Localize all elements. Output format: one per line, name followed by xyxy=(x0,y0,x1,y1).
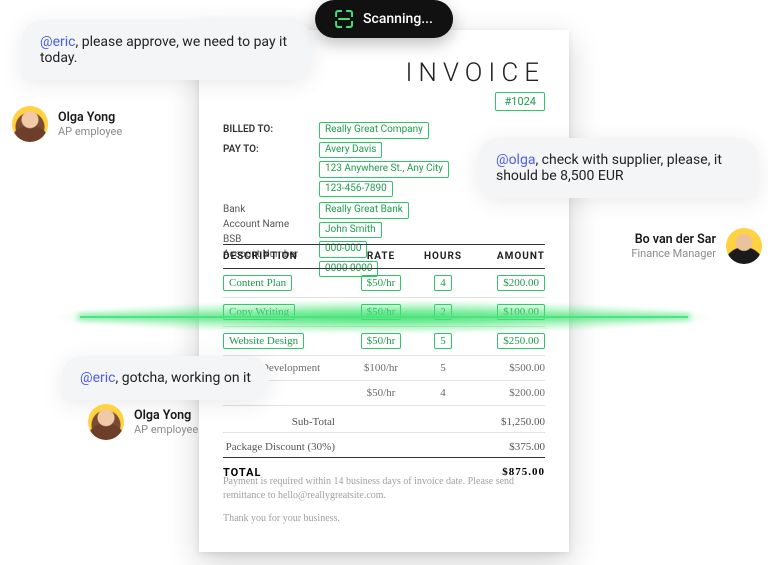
subtotal-label: Sub-Total xyxy=(223,416,345,428)
cell-rate: $50/hr xyxy=(361,333,402,349)
pay-to-phone: 123-456-7890 xyxy=(319,181,393,198)
comment-bubble[interactable]: @eric, gotcha, working on it xyxy=(62,356,269,400)
col-description: DESCRIPTION xyxy=(223,251,345,262)
comment-bubble[interactable]: @olga, check with supplier, please, it s… xyxy=(478,138,758,198)
cell-hours: 5 xyxy=(434,333,452,349)
cell-hours: 4 xyxy=(434,275,452,291)
pay-to-name: Avery Davis xyxy=(319,142,382,159)
scan-icon xyxy=(335,10,353,28)
scanning-pill: Scanning... xyxy=(315,0,453,38)
cell-amount: $200.00 xyxy=(509,387,545,399)
comment-text: , please approve, we need to pay it toda… xyxy=(40,34,287,66)
comment-mention: @olga xyxy=(496,152,535,168)
cell-desc: Copy Writing xyxy=(223,304,295,320)
pay-to-label: PAY TO: xyxy=(223,142,319,201)
billed-to-value: Really Great Company xyxy=(319,122,429,139)
subtotal-amount: $1,250.00 xyxy=(469,416,545,428)
cell-hours: 5 xyxy=(440,362,446,374)
author-name: Bo van der Sar xyxy=(631,232,716,247)
billed-to-label: BILLED TO: xyxy=(223,122,319,142)
comment-author: Bo van der Sar Finance Manager xyxy=(631,228,762,264)
table-row: Website Development $100/hr 5 $500.00 xyxy=(223,356,545,381)
discount-row: Package Discount (30%) $375.00 xyxy=(223,437,545,457)
line-items-table: DESCRIPTION RATE HOURS AMOUNT Content Pl… xyxy=(223,244,545,483)
cell-rate: $100/hr xyxy=(364,362,398,374)
invoice-footnote: Payment is required within 14 business d… xyxy=(223,475,545,527)
invoice-number: #1024 xyxy=(495,92,545,111)
cell-desc: Content Plan xyxy=(223,275,292,291)
cell-rate: $50/hr xyxy=(361,304,402,320)
author-role: AP employee xyxy=(134,423,198,436)
comment-mention: @eric xyxy=(80,370,115,386)
footnote-line-2: Thank you for your business. xyxy=(223,512,545,527)
cell-amount: $500.00 xyxy=(509,362,545,374)
author-role: Finance Manager xyxy=(631,247,716,260)
avatar xyxy=(726,228,762,264)
comment-author: Olga Yong AP employee xyxy=(12,106,122,142)
scanning-label: Scanning... xyxy=(363,11,433,27)
cell-hours: 4 xyxy=(440,387,446,399)
avatar xyxy=(12,106,48,142)
table-row: Content Plan $50/hr 4 $200.00 xyxy=(223,269,545,298)
cell-hours: 2 xyxy=(434,304,452,320)
account-name-value: John Smith xyxy=(319,222,382,239)
invoice-sheet: INVOICE #1024 BILLED TO: Really Great Co… xyxy=(199,30,569,552)
comment-author: Olga Yong AP employee xyxy=(88,404,198,440)
col-amount: AMOUNT xyxy=(469,251,545,262)
table-row: SEO $50/hr 4 $200.00 xyxy=(223,381,545,406)
invoice-title: INVOICE xyxy=(406,58,546,88)
table-row: Copy Writing $50/hr 2 $100.00 xyxy=(223,298,545,327)
comment-bubble[interactable]: @eric, please approve, we need to pay it… xyxy=(22,20,312,80)
cell-desc: Website Design xyxy=(223,333,304,349)
col-hours: HOURS xyxy=(417,251,469,262)
subtotal-row: Sub-Total $1,250.00 xyxy=(223,412,545,432)
author-name: Olga Yong xyxy=(134,408,198,423)
author-name: Olga Yong xyxy=(58,110,122,125)
cell-rate: $50/hr xyxy=(361,275,402,291)
discount-label: Package Discount (30%) xyxy=(223,441,345,453)
discount-amount: $375.00 xyxy=(469,441,545,453)
comment-mention: @eric xyxy=(40,34,75,50)
comment-text: , gotcha, working on it xyxy=(115,370,251,386)
pay-to-addr: 123 Anywhere St., Any City xyxy=(319,161,449,178)
bank-label: Bank xyxy=(223,202,245,217)
account-name-label: Account Name xyxy=(223,217,289,232)
cell-amount: $200.00 xyxy=(497,275,545,291)
footnote-line-1: Payment is required within 14 business d… xyxy=(223,475,545,504)
cell-amount: $250.00 xyxy=(497,333,545,349)
col-rate: RATE xyxy=(345,251,417,262)
bank-value: Really Great Bank xyxy=(319,202,409,219)
avatar xyxy=(88,404,124,440)
table-row: Website Design $50/hr 5 $250.00 xyxy=(223,327,545,356)
author-role: AP employee xyxy=(58,125,122,138)
cell-rate: $50/hr xyxy=(367,387,396,399)
cell-amount: $100.00 xyxy=(497,304,545,320)
